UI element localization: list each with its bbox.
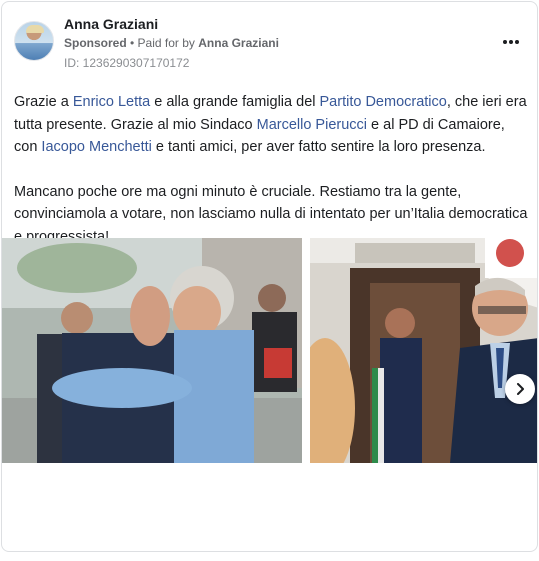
photo-letta-image <box>310 238 537 463</box>
ad-post-card: Anna Graziani Sponsored • Paid for by An… <box>1 1 538 552</box>
sponsored-meta: Sponsored • Paid for by Anna Graziani <box>64 36 279 50</box>
photo-enrico-letta[interactable] <box>310 238 537 463</box>
ad-id: ID: 1236290307170172 <box>64 56 190 70</box>
photo-carousel <box>2 238 537 463</box>
chevron-right-icon[interactable] <box>505 374 535 404</box>
photo-hug-image <box>2 238 302 463</box>
author-name[interactable]: Anna Graziani <box>64 16 158 32</box>
photo-hug[interactable] <box>2 238 302 463</box>
text-segment: Grazie a <box>14 94 73 110</box>
text-segment: e tanti amici, per aver fatto sentire la… <box>151 139 486 155</box>
post-header: Anna Graziani Sponsored • Paid for by An… <box>2 2 537 78</box>
avatar[interactable] <box>14 21 54 61</box>
more-options-icon[interactable] <box>501 32 521 52</box>
post-paragraph-1: Grazie a Enrico Letta e alla grande fami… <box>14 91 529 159</box>
link-partito-democratico[interactable]: Partito Democratico <box>320 94 447 110</box>
sponsored-label: Sponsored <box>64 36 127 50</box>
link-marcello-pierucci[interactable]: Marcello Pierucci <box>257 117 367 133</box>
link-enrico-letta[interactable]: Enrico Letta <box>73 94 150 110</box>
link-iacopo-menchetti[interactable]: Iacopo Menchetti <box>41 139 151 155</box>
paid-for-prefix: • Paid for by <box>126 36 199 50</box>
paid-for-by-name: Anna Graziani <box>198 36 279 50</box>
text-segment: e alla grande famiglia del <box>150 94 320 110</box>
